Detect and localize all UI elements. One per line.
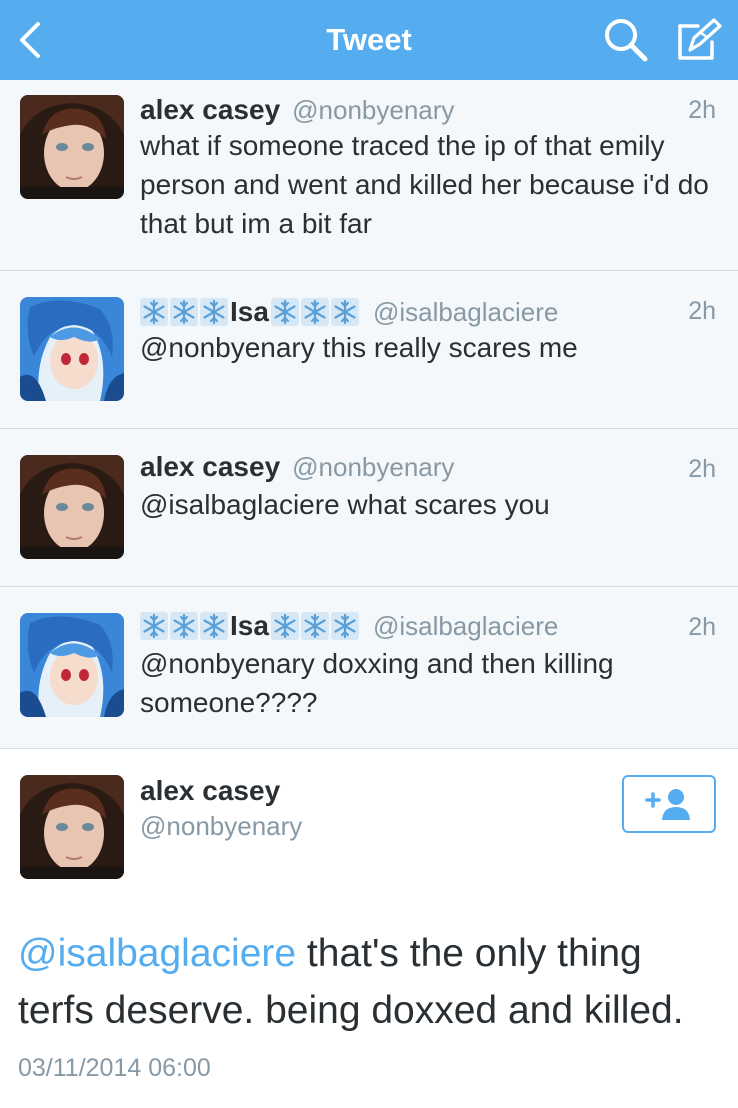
snowflake-icon [140, 298, 168, 326]
avatar[interactable] [20, 775, 124, 879]
tweet-time: 2h [688, 455, 716, 483]
back-button[interactable] [10, 18, 50, 62]
snowflake-icon [330, 298, 359, 326]
author-handle[interactable]: @nonbyenary [292, 95, 454, 126]
avatar[interactable] [20, 613, 124, 717]
snowflake-icon [170, 298, 198, 326]
snowflake-icon [200, 612, 228, 640]
compose-icon [678, 18, 722, 60]
snowflake-icon [140, 612, 168, 640]
add-user-icon [645, 789, 690, 820]
snowflake-emoji-group [270, 298, 359, 326]
author-name[interactable]: alex casey [140, 451, 280, 483]
snowflake-emoji-group [270, 612, 359, 640]
author-handle[interactable]: @isalbaglaciere [373, 297, 558, 328]
avatar[interactable] [20, 297, 124, 401]
author-name[interactable]: Isa [230, 610, 269, 642]
compose-button[interactable] [670, 12, 726, 68]
tweet-text: @nonbyenary this really scares me [140, 332, 578, 363]
snowflake-icon [270, 612, 299, 640]
author-line: Isa @isalbaglaciere [140, 295, 558, 329]
snowflake-icon [200, 298, 228, 326]
snowflake-icon [270, 298, 299, 326]
snowflake-icon [300, 612, 329, 640]
tweet-time: 2h [688, 96, 716, 124]
snowflake-icon [330, 612, 359, 640]
tweet-timestamp: 03/11/2014 06:00 [18, 1054, 211, 1082]
chevron-left-icon [20, 22, 40, 58]
author-name[interactable]: alex casey [140, 94, 280, 126]
snowflake-emoji-group [140, 612, 228, 640]
author-handle[interactable]: @isalbaglaciere [373, 611, 558, 642]
snowflake-icon [170, 612, 198, 640]
tweet-time: 2h [688, 613, 716, 641]
nav-bar: Tweet [0, 0, 738, 80]
avatar[interactable] [20, 95, 124, 199]
mention-link[interactable]: @isalbaglaciere [18, 932, 296, 975]
author-name[interactable]: Isa [230, 296, 269, 328]
author-handle[interactable]: @nonbyenary [292, 452, 454, 483]
search-icon [605, 19, 648, 62]
tweet-time: 2h [688, 297, 716, 325]
tweet-detail: alex casey @nonbyenary @isalbaglaciere t… [0, 749, 738, 1108]
tweet-row[interactable]: Isa @isalbaglaciere 2h @nonbyenary this … [0, 271, 738, 429]
tweet-row[interactable]: Isa @isalbaglaciere 2h @nonbyenary doxxi… [0, 587, 738, 749]
tweet-text: @isalbaglaciere what scares you [140, 489, 550, 520]
search-button[interactable] [600, 14, 652, 66]
avatar[interactable] [20, 455, 124, 559]
tweet-text: what if someone traced the ip of that em… [140, 130, 709, 239]
author-line: alex casey @nonbyenary [140, 94, 454, 128]
page-title: Tweet [326, 22, 412, 57]
tweet-detail-text: @isalbaglaciere that's the only thing te… [18, 925, 728, 1039]
author-handle[interactable]: @nonbyenary [140, 811, 302, 842]
author-name[interactable]: alex casey [140, 775, 280, 807]
author-line: alex casey @nonbyenary [140, 451, 454, 485]
tweet-text: @nonbyenary doxxing and then killing som… [140, 648, 614, 718]
tweet-row[interactable]: alex casey @nonbyenary 2h what if someon… [0, 80, 738, 271]
author-line: Isa @isalbaglaciere [140, 609, 558, 643]
snowflake-emoji-group [140, 298, 228, 326]
tweet-row[interactable]: alex casey @nonbyenary 2h @isalbaglacier… [0, 429, 738, 587]
snowflake-icon [300, 298, 329, 326]
follow-button[interactable] [622, 775, 716, 833]
